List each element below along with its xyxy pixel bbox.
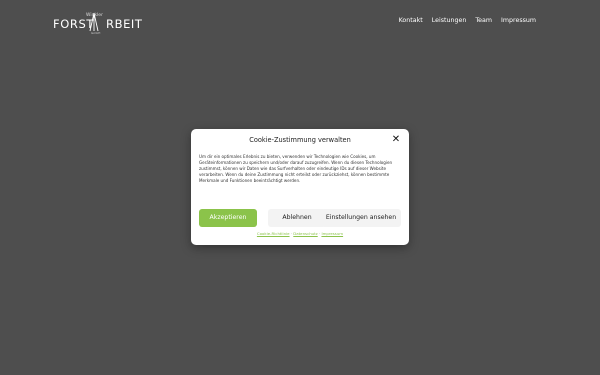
cookie-consent-dialog: Cookie-Zustimmung verwalten ✕ Um dir ein…: [191, 129, 409, 245]
dialog-title: Cookie-Zustimmung verwalten: [249, 136, 351, 144]
deny-button[interactable]: Ablehnen: [268, 209, 326, 227]
accept-button[interactable]: Akzeptieren: [199, 209, 257, 227]
cookie-overlay: Cookie-Zustimmung verwalten ✕ Um dir ein…: [0, 0, 600, 375]
dialog-links: Cookie-Richtlinie · Datenschutz · Impres…: [191, 232, 409, 236]
preferences-button[interactable]: Einstellungen ansehen: [321, 209, 401, 227]
privacy-link[interactable]: Datenschutz: [293, 231, 317, 236]
cookie-policy-link[interactable]: Cookie-Richtlinie: [257, 231, 290, 236]
dialog-text: Um dir ein optimales Erlebnis zu bieten,…: [199, 154, 393, 184]
imprint-link[interactable]: Impressum: [321, 231, 343, 236]
close-icon[interactable]: ✕: [391, 135, 401, 145]
